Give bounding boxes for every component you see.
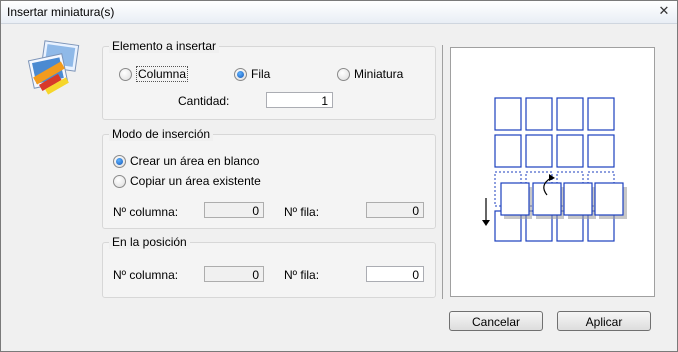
window-title: Insertar miniatura(s) [7, 5, 115, 19]
mode-column-label: Nº columna: [113, 205, 179, 219]
position-row-input[interactable]: 0 [366, 266, 424, 282]
position-column-input: 0 [204, 266, 264, 282]
radio-indicator[interactable] [113, 154, 126, 168]
quantity-input[interactable]: 1 [266, 92, 333, 108]
radio-miniatura-label: Miniatura [354, 67, 404, 81]
radio-indicator[interactable] [337, 67, 350, 81]
radio-fila[interactable]: Fila [234, 66, 270, 82]
radio-create-blank[interactable]: Crear un área en blanco [113, 153, 259, 169]
insertion-mode-group: Modo de inserción Crear un área en blanc… [102, 127, 436, 229]
insertion-mode-title: Modo de inserción [109, 127, 214, 141]
cancel-button[interactable]: Cancelar [449, 311, 543, 331]
insert-thumbnails-dialog: Insertar miniatura(s) ✕ Elemento a inser… [0, 0, 678, 352]
preview-diagram [482, 97, 627, 242]
radio-create-blank-label: Crear un área en blanco [130, 154, 260, 168]
vertical-separator [442, 45, 443, 299]
element-group: Elemento a insertar Columna Fila Miniatu… [102, 39, 436, 120]
apply-button[interactable]: Aplicar [557, 311, 651, 331]
mode-row-input: 0 [366, 202, 424, 218]
element-group-title: Elemento a insertar [109, 39, 220, 53]
position-row-label: Nº fila: [284, 268, 320, 282]
radio-indicator[interactable] [113, 174, 126, 188]
radio-fila-label: Fila [251, 67, 271, 81]
close-icon[interactable]: ✕ [657, 4, 671, 18]
radio-columna[interactable]: Columna [119, 66, 189, 82]
radio-copy-existing[interactable]: Copiar un área existente [113, 173, 261, 189]
title-bar: Insertar miniatura(s) ✕ [1, 1, 677, 24]
preview-panel [450, 47, 655, 297]
position-group-title: En la posición [109, 235, 190, 249]
quantity-label: Cantidad: [178, 94, 230, 108]
position-column-label: Nº columna: [113, 268, 179, 282]
radio-indicator[interactable] [234, 67, 247, 81]
position-group: En la posición Nº columna: 0 Nº fila: 0 [102, 235, 436, 298]
radio-copy-existing-label: Copiar un área existente [130, 174, 261, 188]
radio-indicator[interactable] [119, 67, 132, 81]
mode-column-input: 0 [204, 202, 264, 218]
thumbnail-app-icon [27, 40, 80, 95]
radio-miniatura[interactable]: Miniatura [337, 66, 403, 82]
thumbnail-grid [494, 97, 615, 242]
radio-columna-label: Columna [136, 66, 189, 82]
mode-row-label: Nº fila: [284, 205, 320, 219]
